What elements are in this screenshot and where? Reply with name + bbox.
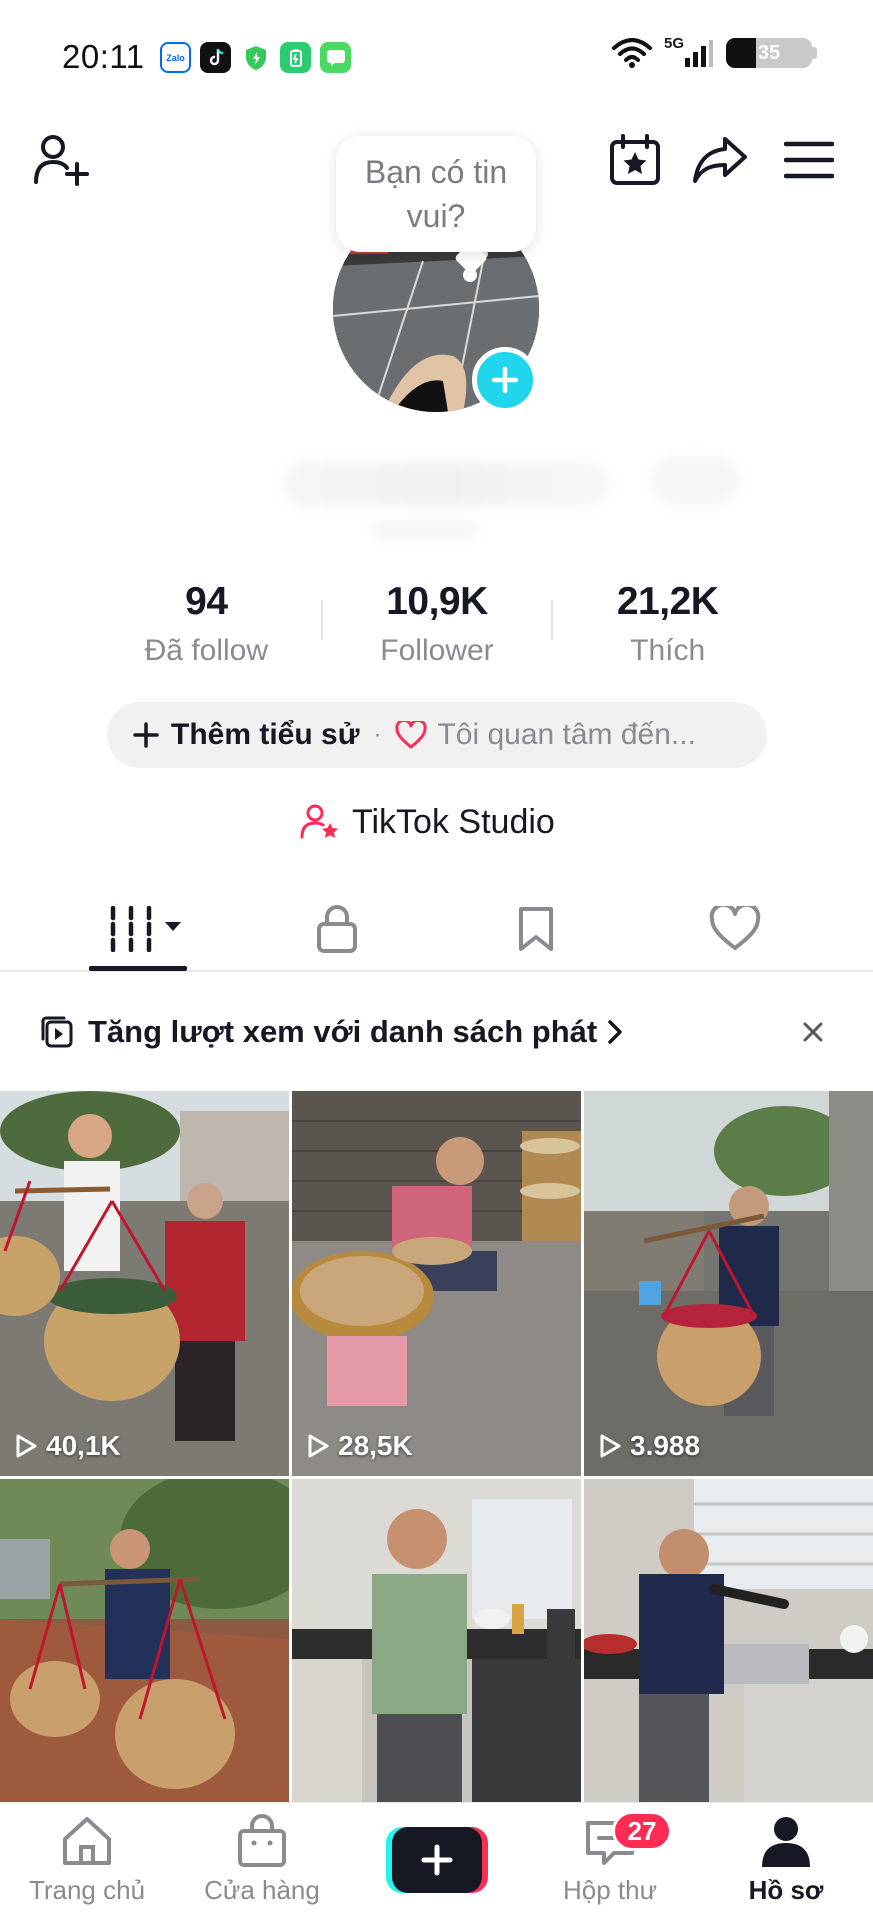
share-button[interactable]: [690, 130, 750, 190]
heart-outline-icon: [395, 721, 428, 749]
calendar-star-icon: [610, 134, 660, 185]
shopping-bag-icon: [238, 1814, 286, 1867]
videos-grid-icon: [110, 906, 181, 952]
close-icon: [803, 1022, 823, 1042]
tiktok-studio-button[interactable]: TikTok Studio: [300, 800, 555, 844]
add-friend-icon: [34, 135, 89, 186]
status-indicators: 5G 35: [611, 34, 817, 68]
lock-icon: [317, 905, 357, 953]
battery-fill: [726, 38, 757, 68]
play-icon: [308, 1434, 329, 1458]
bio-separator: ·: [373, 721, 382, 748]
bubble-text: Bạn có tin vui?: [364, 154, 508, 234]
edit-profile-blurred: [650, 456, 740, 506]
create-plus-icon: [386, 1827, 488, 1893]
username-blurred: [282, 462, 612, 506]
stat-likes[interactable]: 21,2K Thích: [553, 580, 782, 668]
interests-button[interactable]: Tôi quan tâm đến...: [437, 718, 696, 752]
inbox-badge: 27: [612, 1811, 672, 1851]
profile-tabs: [0, 886, 873, 972]
calendar-button[interactable]: [605, 130, 665, 190]
battery-level: 35: [757, 41, 781, 64]
studio-user-star-icon: [300, 804, 338, 839]
news-bubble[interactable]: Bạn có tin vui?: [336, 136, 536, 252]
nav-home[interactable]: Trang chủ: [7, 1813, 167, 1913]
battery-saver-app-icon: [280, 42, 311, 73]
stat-following[interactable]: 94 Đã follow: [92, 580, 321, 668]
bookmark-icon: [519, 907, 553, 951]
tab-liked[interactable]: [690, 894, 780, 964]
wifi-icon: [611, 38, 652, 68]
menu-button[interactable]: [779, 130, 839, 190]
nav-shop[interactable]: Cửa hàng: [182, 1813, 342, 1913]
status-app-icons: Zalo: [160, 42, 351, 73]
playlist-banner[interactable]: Tăng lượt xem với danh sách phát: [0, 974, 873, 1090]
create-button[interactable]: [386, 1827, 488, 1893]
status-bar: 20:11 Zalo 5G 35: [0, 0, 873, 110]
studio-label: TikTok Studio: [352, 802, 555, 841]
tab-private[interactable]: [292, 894, 382, 964]
network-type: 5G: [663, 34, 684, 52]
bio-pill: Thêm tiểu sử · Tôi quan tâm đến...: [107, 702, 767, 768]
video-thumbnail[interactable]: 28,5K: [292, 1091, 581, 1476]
plus-icon: [133, 722, 159, 748]
view-count: 3.988: [598, 1430, 700, 1462]
nav-label: Hộp thư: [562, 1875, 657, 1905]
bottom-nav: Trang chủ Cửa hàng Hộp thư 27 Hồ sơ: [0, 1802, 873, 1920]
nav-profile[interactable]: Hồ sơ: [706, 1813, 866, 1913]
tiktok-app-icon: [200, 42, 231, 73]
playlist-icon: [41, 1016, 73, 1048]
view-count: 40,1K: [14, 1430, 121, 1462]
view-count-value: 40,1K: [46, 1430, 121, 1461]
video-thumbnail-image: [0, 1091, 289, 1476]
stat-label: Đã follow: [144, 634, 269, 667]
messages-app-icon: [320, 42, 351, 73]
stat-followers[interactable]: 10,9K Follower: [323, 580, 552, 668]
zalo-app-icon: Zalo: [160, 42, 191, 73]
nav-label: Cửa hàng: [204, 1875, 320, 1905]
stat-label: Follower: [380, 634, 494, 667]
play-icon: [16, 1434, 37, 1458]
profile-stats: 94 Đã follow 10,9K Follower 21,2K Thích: [92, 580, 782, 668]
bubble-dot: [463, 268, 477, 282]
heart-icon: [709, 906, 761, 950]
video-thumbnail[interactable]: 3.988: [584, 1091, 873, 1476]
tab-saved[interactable]: [491, 894, 581, 964]
add-bio-button[interactable]: Thêm tiểu sử: [171, 718, 359, 752]
nav-label: Hồ sơ: [748, 1875, 824, 1905]
battery-indicator: 35: [726, 38, 812, 68]
add-friend-button[interactable]: [32, 130, 92, 190]
stat-value: 10,9K: [386, 580, 488, 623]
profile-icon: [762, 1817, 810, 1867]
view-count-value: 3.988: [630, 1430, 701, 1461]
signal-icon: [685, 40, 713, 67]
shield-app-icon: [240, 42, 271, 73]
status-time: 20:11: [62, 38, 145, 75]
avatar-add-button[interactable]: [472, 347, 538, 413]
menu-icon: [784, 141, 834, 179]
video-thumbnail-image: [584, 1091, 873, 1476]
share-icon: [693, 137, 747, 183]
stat-value: 94: [185, 580, 228, 623]
chevron-right-icon: [608, 1020, 622, 1044]
playlist-close-button[interactable]: [793, 1012, 833, 1052]
view-count-value: 28,5K: [338, 1430, 413, 1461]
stat-label: Thích: [630, 634, 706, 667]
tab-videos[interactable]: [100, 894, 190, 964]
playlist-banner-label: Tăng lượt xem với danh sách phát: [88, 1014, 598, 1049]
nav-label: Trang chủ: [28, 1875, 146, 1905]
stat-value: 21,2K: [616, 580, 719, 623]
play-icon: [600, 1434, 621, 1458]
video-thumbnail-image: [292, 1091, 581, 1476]
home-icon: [63, 1817, 111, 1865]
video-thumbnail[interactable]: 40,1K: [0, 1091, 289, 1476]
add-plus-icon: [491, 366, 519, 394]
handle-blurred: [370, 520, 480, 540]
battery-tip: [812, 47, 817, 59]
active-tab-indicator: [89, 966, 187, 971]
view-count: 28,5K: [306, 1430, 413, 1462]
